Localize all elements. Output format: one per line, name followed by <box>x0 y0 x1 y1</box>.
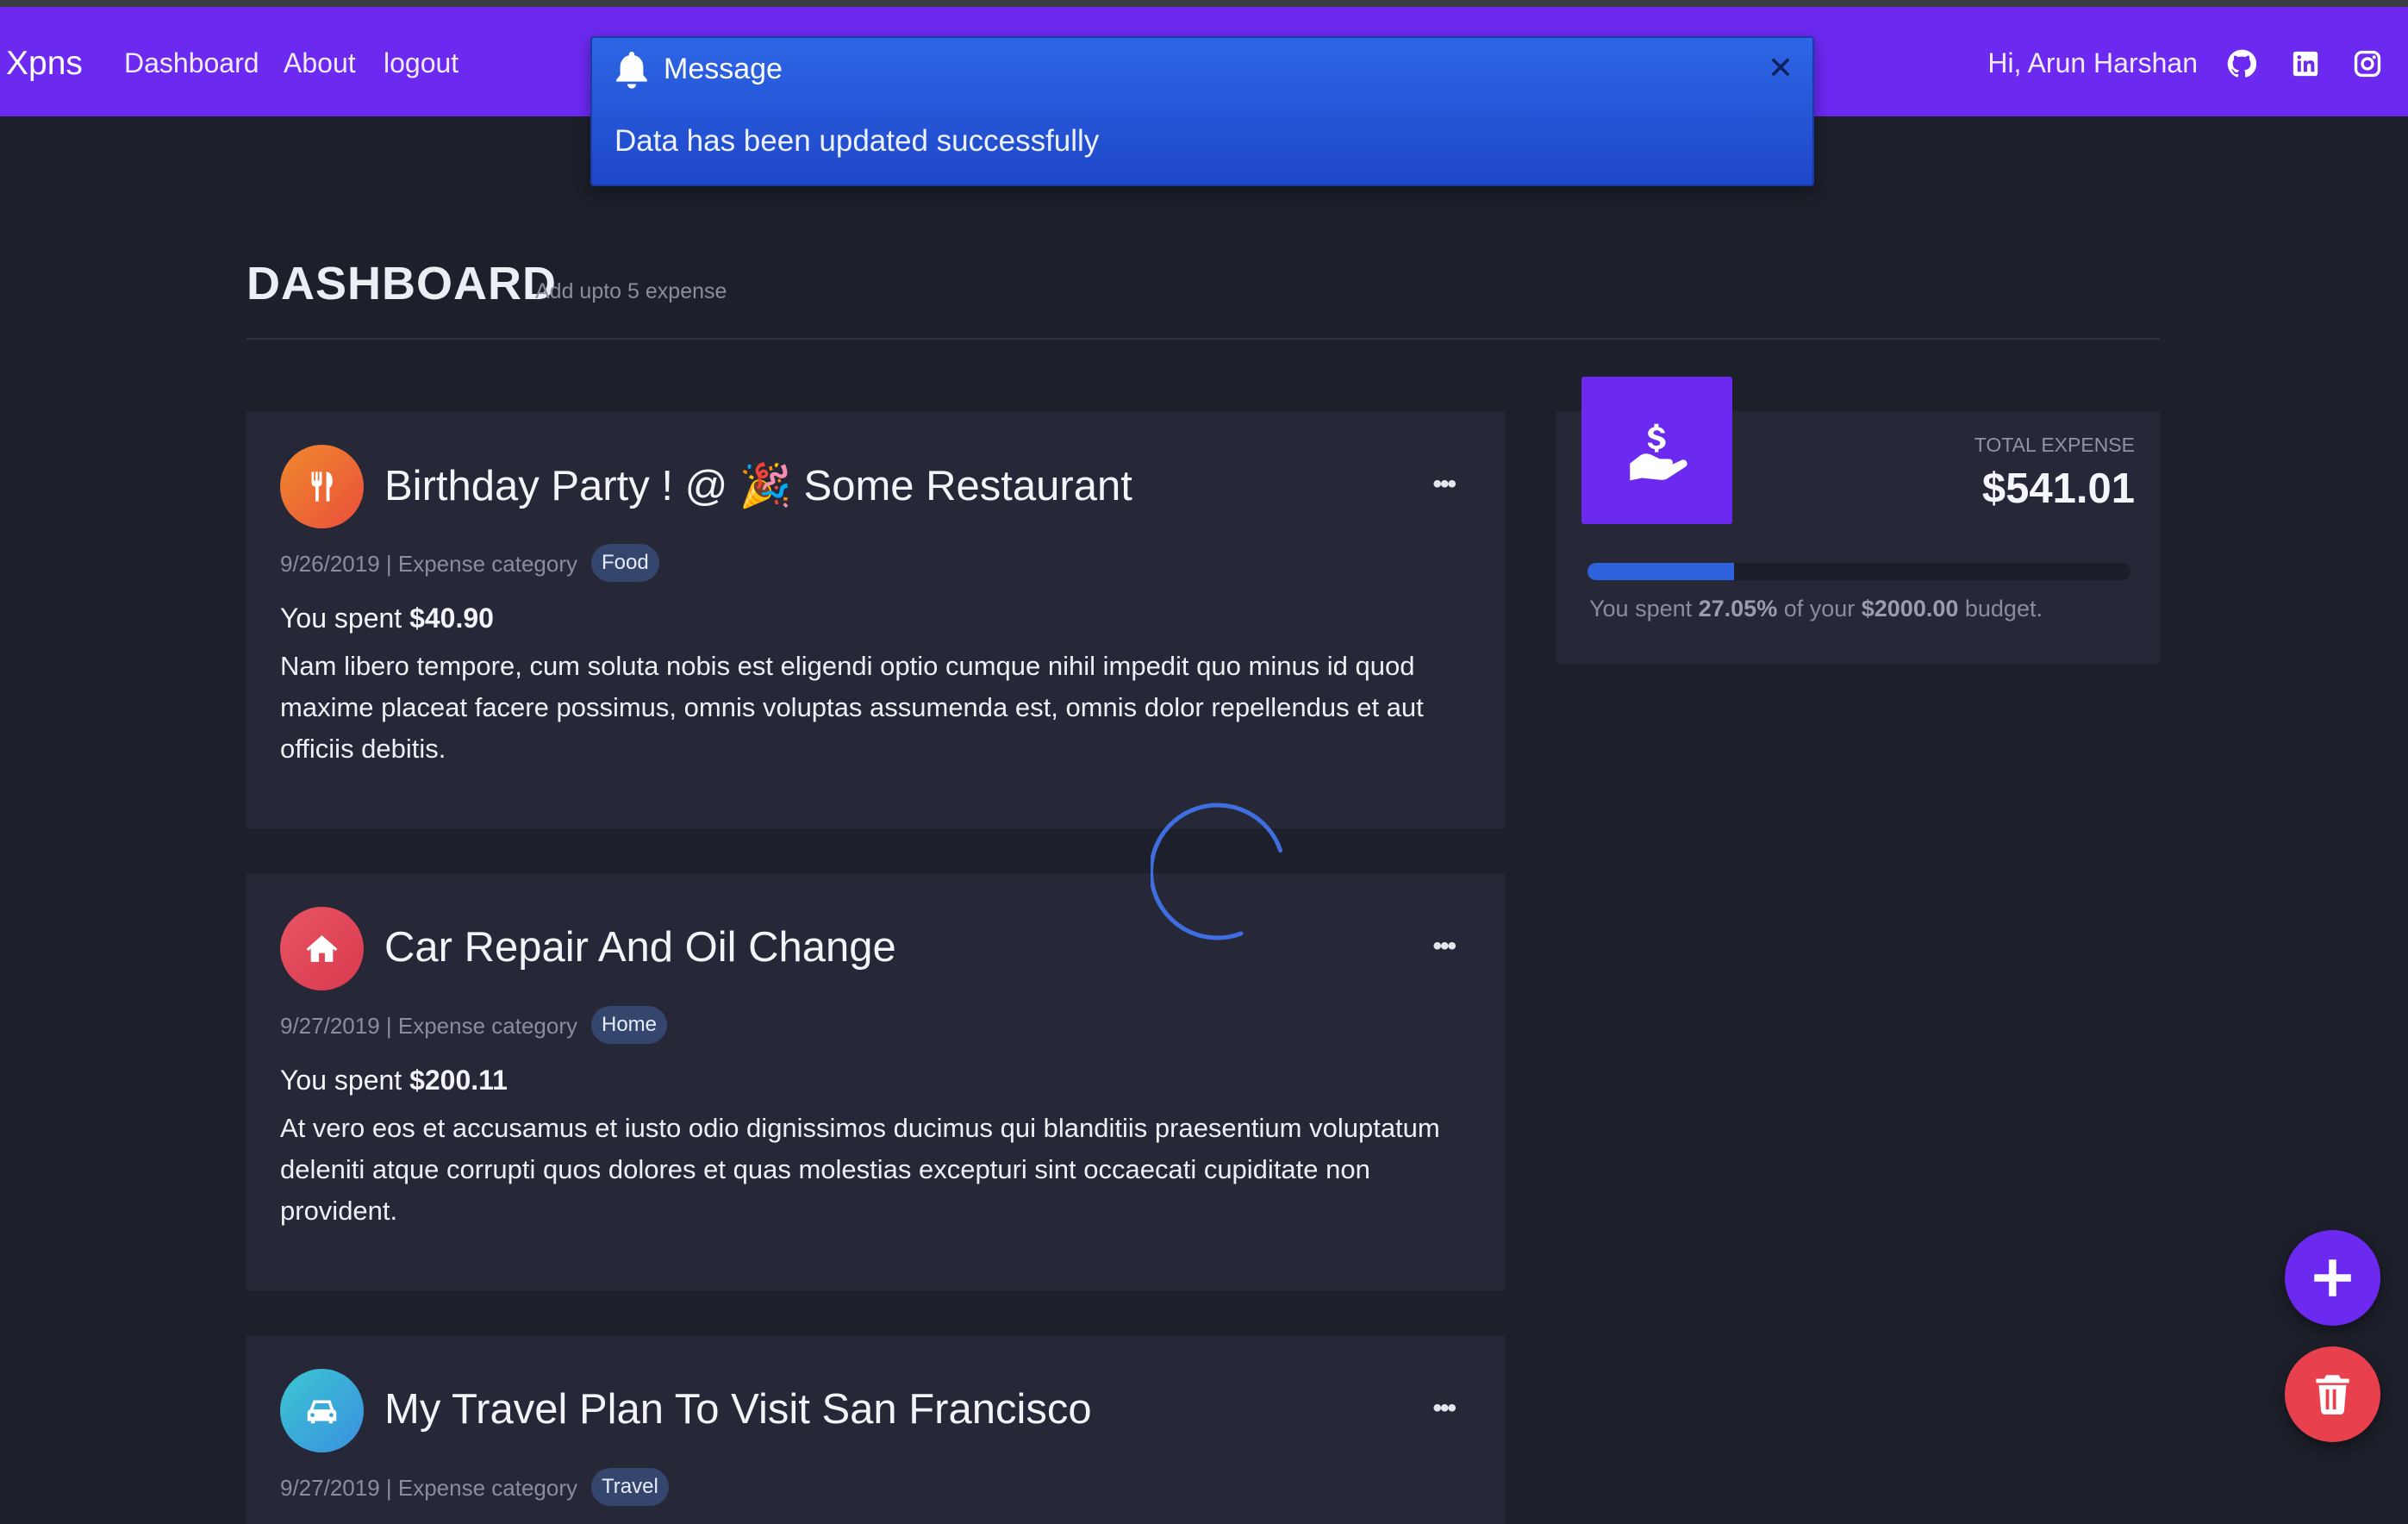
budget-note-suffix: budget. <box>1958 596 2043 621</box>
more-options-icon[interactable]: ••• <box>1432 470 1456 499</box>
expense-description: Nam libero tempore, cum soluta nobis est… <box>280 651 1424 764</box>
expense-title: Birthday Party ! @ 🎉 Some Restaurant <box>384 463 1132 509</box>
budget-note: You spent 27.05% of your $2000.00 budget… <box>1589 596 2043 622</box>
expense-description: At vero eos et accusamus et iusto odio d… <box>280 1113 1440 1226</box>
linkedin-icon[interactable] <box>2291 49 2320 78</box>
expense-meta-label: | Expense category <box>379 551 577 577</box>
expense-meta: 9/26/2019 | Expense category <box>280 551 577 578</box>
expense-meta-label: | Expense category <box>379 1475 577 1501</box>
budget-note-mid: of your <box>1777 596 1862 621</box>
github-icon[interactable] <box>2227 49 2256 78</box>
total-expense-label: TOTAL EXPENSE <box>1974 434 2135 456</box>
window-top-border <box>0 0 2408 7</box>
nav-link-about[interactable]: About <box>284 47 356 79</box>
budget-progress-fill <box>1588 563 1735 580</box>
category-badge: Home <box>591 1006 668 1044</box>
budget-amount: $2000.00 <box>1861 596 1959 621</box>
toast-notification: Message ✕ Data has been updated successf… <box>590 36 1814 186</box>
add-expense-button[interactable] <box>2285 1230 2380 1326</box>
delete-all-button[interactable] <box>2285 1346 2380 1442</box>
toast-message: Data has been updated successfully <box>614 124 1100 158</box>
spent-amount: $200.11 <box>409 1065 508 1096</box>
expense-meta-label: | Expense category <box>379 1013 577 1039</box>
category-badge: Travel <box>591 1468 669 1506</box>
expense-card: Car Repair And Oil Change ••• 9/27/2019 … <box>246 873 1505 1290</box>
expense-meta: 9/27/2019 | Expense category <box>280 1013 577 1040</box>
expense-date: 9/26/2019 <box>280 551 380 577</box>
spent-line: You spent $200.11 <box>280 1065 508 1096</box>
instagram-icon[interactable] <box>2353 49 2382 78</box>
car-icon <box>280 1369 364 1452</box>
toast-title: Message <box>664 53 783 85</box>
spent-label: You spent <box>280 603 410 634</box>
expense-meta: 9/27/2019 | Expense category <box>280 1475 577 1502</box>
plus-icon <box>2314 1259 2351 1296</box>
close-icon[interactable]: ✕ <box>1768 50 1794 86</box>
spent-amount: $40.90 <box>409 603 494 634</box>
user-greeting: Hi, Arun Harshan <box>1987 47 2198 78</box>
expense-title: Car Repair And Oil Change <box>384 924 896 971</box>
more-options-icon[interactable]: ••• <box>1432 932 1456 961</box>
budget-progress-bar <box>1588 563 2130 580</box>
header-divider <box>246 338 2160 340</box>
expense-card: Birthday Party ! @ 🎉 Some Restaurant •••… <box>246 411 1505 828</box>
more-options-icon[interactable]: ••• <box>1432 1394 1456 1423</box>
brand-logo[interactable]: Xpns <box>6 45 83 83</box>
trash-icon <box>2316 1375 2349 1415</box>
food-icon <box>280 445 364 528</box>
expense-title: My Travel Plan To Visit San Francisco <box>384 1386 1092 1433</box>
budget-percent: 27.05% <box>1698 596 1778 621</box>
bell-icon <box>613 48 651 91</box>
loading-spinner <box>1151 803 1283 940</box>
total-expense-value: $541.01 <box>1981 465 2135 512</box>
home-icon <box>280 907 364 990</box>
page-title: DASHBOARD <box>246 258 557 309</box>
expense-date: 9/27/2019 <box>280 1475 380 1501</box>
page-subtitle: Add upto 5 expense <box>535 279 727 303</box>
expense-date: 9/27/2019 <box>280 1013 380 1039</box>
money-hand-icon <box>1581 377 1732 524</box>
nav-link-dashboard[interactable]: Dashboard <box>124 47 259 79</box>
nav-link-logout[interactable]: logout <box>384 47 459 79</box>
expense-card: My Travel Plan To Visit San Francisco ••… <box>246 1335 1505 1524</box>
spent-line: You spent $40.90 <box>280 603 494 634</box>
budget-note-prefix: You spent <box>1589 596 1699 621</box>
spent-label: You spent <box>280 1065 410 1096</box>
category-badge: Food <box>591 544 659 582</box>
